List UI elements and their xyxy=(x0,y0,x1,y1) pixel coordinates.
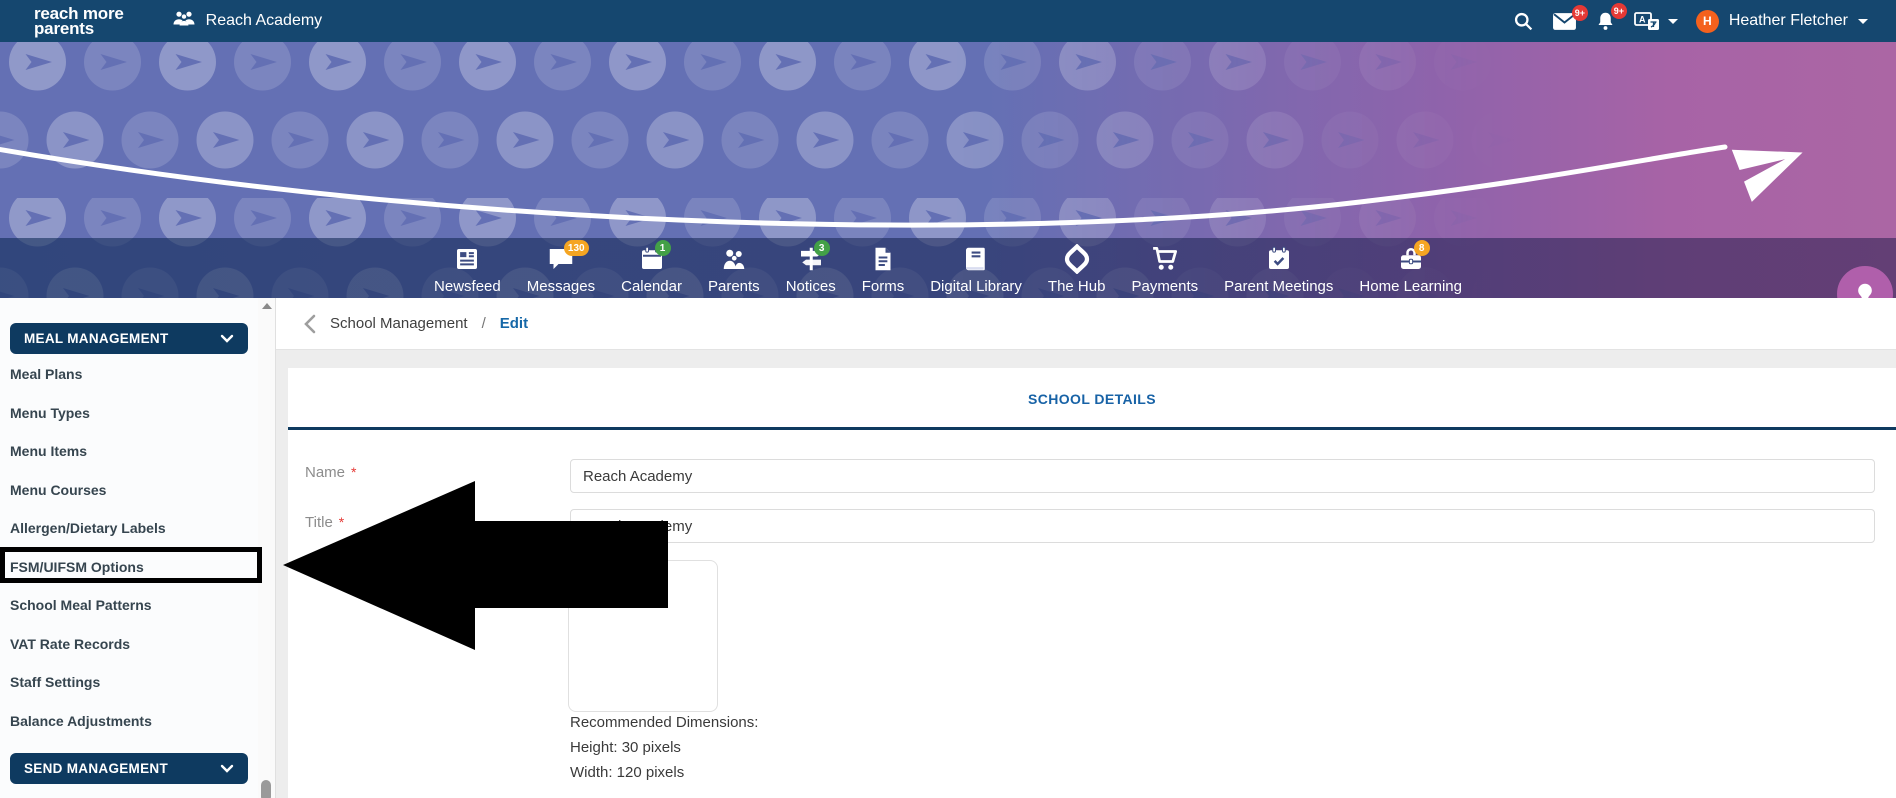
calendar-count-badge: 1 xyxy=(655,240,671,256)
paper-plane-icon xyxy=(1732,126,1813,201)
hero-banner: Newsfeed 130 Messages 1 Calendar xyxy=(0,42,1896,298)
nav-item-digital-library[interactable]: Digital Library xyxy=(930,245,1022,295)
sidebar-item-balance-adjustments[interactable]: Balance Adjustments xyxy=(0,702,258,741)
sidebar-item-staff-settings[interactable]: Staff Settings xyxy=(0,663,258,702)
sidebar-item-menu-types[interactable]: Menu Types xyxy=(0,394,258,433)
sidebar-section-meal-management[interactable]: MEAL MANAGEMENT xyxy=(10,323,248,354)
name-field-label: Name* xyxy=(305,464,356,481)
panel-title: SCHOOL DETAILS xyxy=(288,368,1896,407)
notices-count-badge: 3 xyxy=(814,240,830,256)
breadcrumb-separator: / xyxy=(482,315,486,332)
nav-item-calendar[interactable]: 1 Calendar xyxy=(621,245,682,295)
breadcrumb-current: Edit xyxy=(500,315,528,332)
language-translate-icon[interactable]: A xyxy=(1634,11,1678,32)
breadcrumb-parent[interactable]: School Management xyxy=(330,315,468,332)
school-name: Reach Academy xyxy=(206,12,323,30)
school-selector[interactable]: Reach Academy xyxy=(172,10,323,33)
sidebar-item-allergen-dietary-labels[interactable]: Allergen/Dietary Labels xyxy=(0,509,258,548)
sidebar-item-menu-courses[interactable]: Menu Courses xyxy=(0,471,258,510)
main-content: School Management / Edit SCHOOL DETAILS … xyxy=(276,298,1896,798)
user-menu-caret-icon xyxy=(1858,19,1868,24)
logo-image-placeholder[interactable] xyxy=(568,560,718,712)
language-caret-icon xyxy=(1668,19,1678,24)
nav-item-payments[interactable]: Payments xyxy=(1131,245,1198,295)
sidebar-section-send-management[interactable]: SEND MANAGEMENT xyxy=(10,753,248,784)
required-asterisk: * xyxy=(351,464,356,480)
sidebar-item-vat-rate-records[interactable]: VAT Rate Records xyxy=(0,625,258,664)
school-details-panel: SCHOOL DETAILS Name* Title* Recommended … xyxy=(288,368,1896,798)
sidebar-item-fsm-uifsm-options[interactable]: FSM/UIFSM Options xyxy=(0,548,258,587)
nav-item-messages[interactable]: 130 Messages xyxy=(527,245,595,295)
school-group-icon xyxy=(172,10,196,33)
lightbulb-icon xyxy=(1852,281,1878,298)
name-input[interactable] xyxy=(570,459,1875,493)
search-icon[interactable] xyxy=(1513,11,1534,32)
newsfeed-icon xyxy=(452,244,482,279)
nav-item-home-learning[interactable]: 8 Home Learning xyxy=(1359,245,1462,295)
notifications-badge: 9+ xyxy=(1611,3,1627,19)
nav-item-newsfeed[interactable]: Newsfeed xyxy=(434,245,501,295)
scroll-up-arrow-icon[interactable] xyxy=(262,303,272,309)
messages-count-badge: 130 xyxy=(564,240,589,256)
messages-envelope-icon[interactable]: 9+ xyxy=(1552,12,1577,31)
nav-item-the-hub[interactable]: The Hub xyxy=(1048,245,1106,295)
sidebar-item-school-meal-patterns[interactable]: School Meal Patterns xyxy=(0,586,258,625)
brand-logo-line2: parents xyxy=(34,21,124,36)
home-learning-count-badge: 8 xyxy=(1414,240,1430,256)
chevron-down-icon xyxy=(220,764,234,773)
top-bar: reach more parents Reach Academy 9+ xyxy=(0,0,1896,42)
recommended-dimensions-text: Recommended Dimensions: Height: 30 pixel… xyxy=(570,710,758,785)
notifications-bell-icon[interactable]: 9+ xyxy=(1595,10,1616,32)
the-hub-icon xyxy=(1062,244,1092,279)
forms-icon xyxy=(868,244,898,279)
module-nav-strip: Newsfeed 130 Messages 1 Calendar xyxy=(0,238,1896,298)
sidebar: MEAL MANAGEMENT Meal Plans Menu Types Me… xyxy=(0,298,258,798)
breadcrumb: School Management / Edit xyxy=(276,298,1896,350)
sidebar-item-meal-plans[interactable]: Meal Plans xyxy=(0,355,258,394)
sidebar-item-menu-items[interactable]: Menu Items xyxy=(0,432,258,471)
panel-title-underline xyxy=(288,427,1896,430)
nav-item-parent-meetings[interactable]: Parent Meetings xyxy=(1224,245,1333,295)
nav-item-forms[interactable]: Forms xyxy=(862,245,905,295)
title-input[interactable] xyxy=(570,509,1875,543)
sidebar-scrollbar[interactable] xyxy=(258,298,276,798)
messages-badge: 9+ xyxy=(1572,5,1588,21)
parents-icon xyxy=(719,244,749,279)
chevron-down-icon xyxy=(220,334,234,343)
scrollbar-thumb[interactable] xyxy=(261,780,271,798)
back-chevron-icon[interactable] xyxy=(304,314,316,334)
user-name: Heather Fletcher xyxy=(1729,12,1848,30)
sidebar-menu: Meal Plans Menu Types Menu Items Menu Co… xyxy=(0,355,258,740)
user-menu[interactable]: H Heather Fletcher xyxy=(1696,10,1868,33)
nav-item-parents[interactable]: Parents xyxy=(708,245,760,295)
required-asterisk: * xyxy=(339,514,344,530)
nav-item-notices[interactable]: 3 Notices xyxy=(786,245,836,295)
brand-logo[interactable]: reach more parents xyxy=(34,6,124,36)
digital-library-icon xyxy=(961,244,991,279)
payments-cart-icon xyxy=(1150,244,1180,279)
title-field-label: Title* xyxy=(305,514,344,531)
svg-text:A: A xyxy=(1639,14,1646,24)
avatar: H xyxy=(1696,10,1719,33)
parent-meetings-icon xyxy=(1264,244,1294,279)
